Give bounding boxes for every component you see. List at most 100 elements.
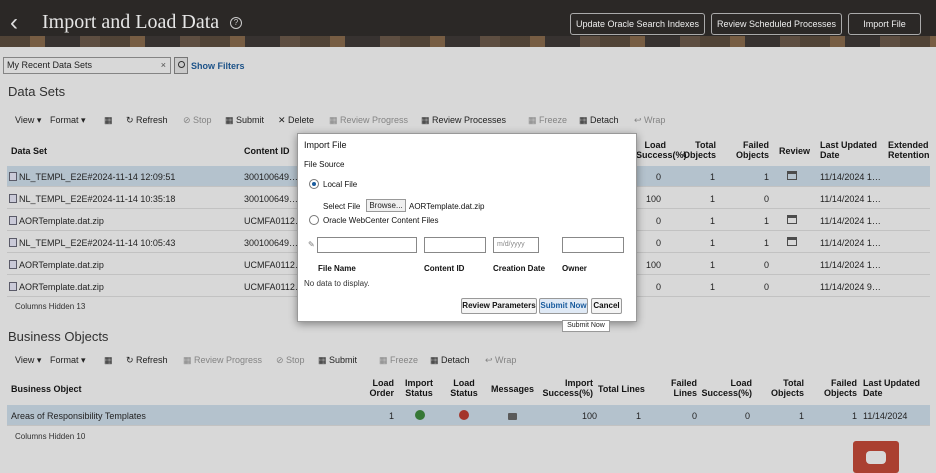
- last-updated-cell: 11/14/2024 1…: [820, 172, 881, 182]
- data-set-cell[interactable]: NL_TEMPL_E2E#2024-11-14 10:35:18: [9, 194, 175, 204]
- wrap-button[interactable]: ↩ Wrap: [634, 115, 665, 126]
- bo-col-messages[interactable]: Messages: [491, 384, 534, 394]
- load-success-cell: 0: [655, 238, 661, 248]
- data-set-cell[interactable]: AORTemplate.dat.zip: [9, 216, 104, 226]
- bo-col-total-lines[interactable]: Total Lines: [598, 384, 645, 394]
- file-name-filter[interactable]: [317, 237, 417, 253]
- review-progress-button[interactable]: ▦ Review Progress: [329, 115, 408, 126]
- file-name-col: File Name: [318, 264, 356, 273]
- bo-col-failed-lines[interactable]: Failed Lines: [665, 378, 697, 398]
- col-review[interactable]: Review: [779, 146, 810, 156]
- bo-refresh-button[interactable]: ↻ Refresh: [126, 355, 168, 366]
- show-filters-link[interactable]: Show Filters: [191, 61, 245, 71]
- bo-col-import-status[interactable]: Import Status: [403, 378, 435, 398]
- data-set-cell[interactable]: NL_TEMPL_E2E#2024-11-14 12:09:51: [9, 172, 175, 182]
- bo-failed-lines-cell: 0: [691, 411, 697, 421]
- creation-date-filter[interactable]: m/d/yyyy: [493, 237, 539, 253]
- clear-icon[interactable]: ×: [161, 58, 166, 73]
- creation-date-col: Creation Date: [493, 264, 546, 273]
- review-icon[interactable]: [787, 215, 797, 226]
- failed-objects-cell: 0: [763, 260, 769, 270]
- bo-col-business-object[interactable]: Business Object: [11, 384, 82, 394]
- bo-view-menu[interactable]: View ▾: [15, 355, 41, 366]
- last-updated-cell: 11/14/2024 1…: [820, 260, 881, 270]
- content-id-cell: UCMFA0112…: [244, 282, 304, 292]
- bo-freeze-column-icon[interactable]: ▦: [104, 355, 113, 366]
- file-icon: [9, 172, 17, 181]
- load-success-cell: 0: [655, 282, 661, 292]
- load-error-icon: [459, 410, 469, 422]
- file-icon: [9, 282, 17, 291]
- review-processes-button[interactable]: ▦ Review Processes: [421, 115, 506, 126]
- refresh-button[interactable]: ↻ Refresh: [126, 115, 168, 126]
- business-objects-heading: Business Objects: [8, 329, 109, 344]
- chat-icon[interactable]: [853, 441, 899, 473]
- format-menu[interactable]: Format ▾: [50, 115, 86, 126]
- bo-col-import-success[interactable]: Import Success(%): [541, 378, 593, 398]
- failed-objects-cell: 1: [763, 216, 769, 226]
- review-scheduled-processes-button[interactable]: Review Scheduled Processes: [711, 13, 842, 35]
- bo-col-last-updated[interactable]: Last Updated Date: [863, 378, 923, 398]
- col-last-updated[interactable]: Last Updated Date: [820, 140, 880, 160]
- header-decoration: [0, 36, 936, 47]
- import-file-dialog: Import File File Source Local File Selec…: [297, 133, 637, 322]
- data-set-cell[interactable]: AORTemplate.dat.zip: [9, 260, 104, 270]
- bo-col-load-success[interactable]: Load Success(%): [700, 378, 752, 398]
- review-parameters-button[interactable]: Review Parameters: [461, 298, 537, 314]
- detach-button[interactable]: ▦ Detach: [579, 115, 619, 126]
- failed-objects-cell: 1: [763, 238, 769, 248]
- submit-button[interactable]: ▦ Submit: [225, 115, 264, 126]
- col-load-success[interactable]: Load Success(%): [636, 140, 687, 160]
- import-file-button[interactable]: Import File: [848, 13, 921, 35]
- freeze-button[interactable]: ▦ Freeze: [528, 115, 567, 126]
- col-extended-retention[interactable]: Extended Retention: [888, 140, 934, 160]
- total-objects-cell: 1: [709, 172, 715, 182]
- browse-button[interactable]: Browse...: [366, 199, 406, 212]
- bo-wrap-button[interactable]: ↩ Wrap: [485, 355, 516, 366]
- bo-stop-button[interactable]: ⊘ Stop: [276, 355, 305, 366]
- owner-filter[interactable]: [562, 237, 624, 253]
- columns-hidden-note: Columns Hidden 13: [15, 302, 86, 311]
- bo-submit-button[interactable]: ▦ Submit: [318, 355, 357, 366]
- col-content-id[interactable]: Content ID: [244, 146, 290, 156]
- data-set-cell[interactable]: AORTemplate.dat.zip: [9, 282, 104, 292]
- data-set-cell[interactable]: NL_TEMPL_E2E#2024-11-14 10:05:43: [9, 238, 175, 248]
- filter-icon: ✎: [308, 240, 315, 249]
- bo-format-menu[interactable]: Format ▾: [50, 355, 86, 366]
- cancel-button[interactable]: Cancel: [591, 298, 622, 314]
- webcenter-radio[interactable]: [309, 215, 319, 225]
- bo-col-load-order[interactable]: Load Order: [362, 378, 394, 398]
- failed-objects-cell: 0: [763, 194, 769, 204]
- delete-button[interactable]: ✕ Delete: [278, 115, 314, 126]
- bo-col-load-status[interactable]: Load Status: [449, 378, 479, 398]
- select-file-label: Select File: [323, 202, 361, 211]
- col-total-objects[interactable]: Total Objects: [680, 140, 716, 160]
- review-icon[interactable]: [787, 171, 797, 182]
- content-id-filter[interactable]: [424, 237, 486, 253]
- owner-col: Owner: [562, 264, 587, 273]
- bo-col-failed-objects[interactable]: Failed Objects: [821, 378, 857, 398]
- help-icon[interactable]: ?: [230, 17, 242, 29]
- review-icon[interactable]: [787, 237, 797, 248]
- messages-icon[interactable]: [508, 412, 517, 422]
- bo-col-total-objects[interactable]: Total Objects: [768, 378, 804, 398]
- saved-search-select[interactable]: My Recent Data Sets ×: [3, 57, 171, 74]
- search-icon[interactable]: [174, 57, 188, 74]
- stop-button[interactable]: ⊘ Stop: [183, 115, 212, 126]
- view-menu[interactable]: View ▾: [15, 115, 41, 126]
- col-failed-objects[interactable]: Failed Objects: [733, 140, 769, 160]
- back-icon[interactable]: ‹: [10, 9, 18, 37]
- bo-name-cell: Areas of Responsibility Templates: [11, 411, 146, 421]
- bo-review-progress-button[interactable]: ▦ Review Progress: [183, 355, 262, 366]
- bo-detach-button[interactable]: ▦ Detach: [430, 355, 470, 366]
- freeze-column-icon[interactable]: ▦: [104, 115, 113, 126]
- local-file-radio[interactable]: [309, 179, 319, 189]
- col-data-set[interactable]: Data Set: [11, 146, 47, 156]
- bo-table-row[interactable]: Areas of Responsibility Templates 1 100 …: [7, 405, 930, 426]
- bo-freeze-button[interactable]: ▦ Freeze: [379, 355, 418, 366]
- file-icon: [9, 216, 17, 225]
- file-icon: [9, 238, 17, 247]
- update-search-indexes-button[interactable]: Update Oracle Search Indexes: [570, 13, 705, 35]
- submit-now-button[interactable]: Submit Now: [539, 298, 588, 314]
- data-sets-heading: Data Sets: [8, 84, 66, 99]
